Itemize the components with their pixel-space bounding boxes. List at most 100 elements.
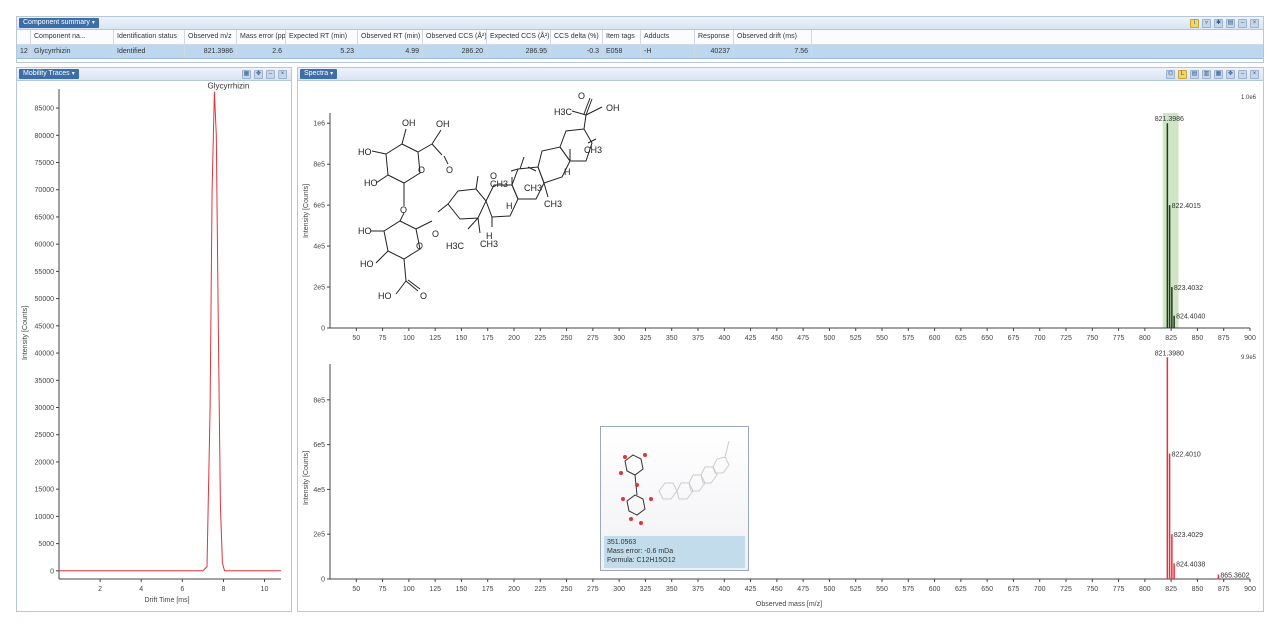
column-header[interactable]: Observed drift (ms): [734, 30, 812, 44]
upper-spectrum-y-tick-label: 1e6: [313, 121, 325, 128]
lower-spectrum-x-tick-label: 475: [797, 586, 809, 593]
mobility-x-tick-label: 2: [98, 586, 102, 593]
glycyrrhizin-structure: OH OH HO O HO O O HO O O HO HO O O CH3 C…: [358, 91, 620, 301]
column-header[interactable]: Observed RT (min): [358, 30, 423, 44]
upper-spectrum-x-tick-label: 375: [692, 335, 704, 342]
column-header[interactable]: Observed m/z: [185, 30, 237, 44]
upper-spectrum-x-tick-label: 525: [850, 335, 862, 342]
lower-spectrum-chart[interactable]: Intensity [Counts] Observed mass [m/z] 9…: [298, 348, 1263, 612]
filter-icon[interactable]: ▿: [1202, 18, 1211, 28]
lower-spectrum-x-tick-label: 200: [508, 586, 520, 593]
upper-spectrum-chart[interactable]: Intensity [Counts] 1.0e6 OH OH HO O HO O…: [298, 81, 1263, 347]
lower-spectrum-x-tick-label: 525: [850, 586, 862, 593]
upper-spectrum-x-tick-label: 450: [771, 335, 783, 342]
column-header[interactable]: Observed CCS (Å²): [423, 30, 487, 44]
expected-rt-cell[interactable]: 5.23: [286, 45, 358, 58]
component-summary-title[interactable]: Component summary ▾: [19, 18, 99, 28]
upper-spectrum-x-tick-label: 125: [429, 335, 441, 342]
atom-label: O: [432, 229, 439, 239]
observed-mz-cell[interactable]: 821.3986: [185, 45, 237, 58]
lower-spectrum-x-tick-label: 650: [981, 586, 993, 593]
upper-spectrum-x-tick-label: 800: [1139, 335, 1151, 342]
column-header[interactable]: Identification status: [114, 30, 185, 44]
atom-label: HO: [364, 178, 378, 188]
column-header[interactable]: Component na...: [31, 30, 114, 44]
spectra-panel: Spectra ▾ ⌬ L ▤ ▥ ▦ ✥ – × Intensity [Coun…: [297, 67, 1264, 612]
label-toggle-icon[interactable]: L: [1178, 69, 1187, 79]
summary-toolbar: i ▿ ✱ ▤ – ×: [1190, 18, 1259, 28]
observed-rt-cell[interactable]: 4.99: [358, 45, 423, 58]
glucuronic-acid-ring-upper: [371, 128, 449, 206]
column-header[interactable]: Expected RT (min): [286, 30, 358, 44]
column-header[interactable]: Adducts: [641, 30, 695, 44]
fragment-mz: 351.0563: [607, 539, 637, 546]
lower-spectrum-x-tick-label: 575: [902, 586, 914, 593]
mobility-title[interactable]: Mobility Traces ▾: [19, 69, 79, 79]
upper-spectrum-y-axis-label: Intensity [Counts]: [303, 184, 310, 238]
identification-status-cell[interactable]: Identified: [114, 45, 185, 58]
lower-spectrum-x-tick-label: 300: [613, 586, 625, 593]
mass-error-cell[interactable]: 2.6: [237, 45, 286, 58]
chart-options-icon[interactable]: ▦: [1214, 69, 1223, 79]
mobility-y-tick-label: 20000: [35, 459, 55, 466]
upper-spectrum-x-tick-label: 725: [1060, 335, 1072, 342]
ccs-delta-cell[interactable]: -0.3: [551, 45, 603, 58]
mobility-y-tick-label: 0: [50, 568, 54, 575]
expected-ccs-cell[interactable]: 286.95: [487, 45, 551, 58]
fragment-structure-thumbnail: [619, 440, 730, 525]
adducts-cell[interactable]: -H: [641, 45, 695, 58]
dropdown-caret-icon: ▾: [330, 71, 334, 77]
observed-ccs-cell[interactable]: 286.20: [423, 45, 487, 58]
lower-spectrum-x-tick-label: 50: [352, 586, 360, 593]
export-icon[interactable]: ▤: [1226, 18, 1235, 28]
minimize-icon[interactable]: –: [1238, 18, 1247, 28]
triterpene-core: [437, 97, 603, 234]
gear-icon[interactable]: ✱: [1214, 18, 1223, 28]
minimize-icon[interactable]: –: [266, 69, 275, 79]
close-icon[interactable]: ×: [278, 69, 287, 79]
item-tags-cell[interactable]: E058: [603, 45, 641, 58]
info-icon[interactable]: i: [1190, 18, 1199, 28]
mobility-trace-chart[interactable]: Intensity [Counts] Drift Time [ms] 0 5000…: [17, 81, 291, 611]
column-header[interactable]: CCS delta (%): [551, 30, 603, 44]
bar-chart-icon[interactable]: ▥: [1202, 69, 1211, 79]
lower-spectrum-x-tick-label: 125: [429, 586, 441, 593]
move-icon[interactable]: ✥: [254, 69, 263, 79]
mobility-y-tick-label: 10000: [35, 514, 55, 521]
atom-label: O: [446, 165, 453, 175]
component-summary-panel: Component summary ▾ i ▿ ✱ ▤ – × Component…: [16, 16, 1264, 63]
fragment-tooltip: 351.0563 Mass error: -0.6 mDa Formula: C…: [600, 426, 749, 571]
mobility-traces-panel: Mobility Traces ▾ ▦ ✥ – × Intensity [Coun…: [16, 67, 292, 612]
structure-view-icon[interactable]: ⌬: [1166, 69, 1175, 79]
close-icon[interactable]: ×: [1250, 18, 1259, 28]
column-header[interactable]: Response: [695, 30, 734, 44]
dropdown-caret-icon: ▾: [71, 71, 75, 77]
upper-spectrum-y-tick-label: 0: [321, 326, 325, 333]
upper-spectrum-x-tick-label: 750: [1086, 335, 1098, 342]
column-header[interactable]: Expected CCS (Å²): [487, 30, 551, 44]
component-name-cell[interactable]: Glycyrrhizin: [31, 45, 114, 58]
atom-label: HO: [358, 147, 372, 157]
mobility-y-tick-label: 35000: [35, 378, 55, 385]
minimize-icon[interactable]: –: [1238, 69, 1247, 79]
lower-spectrum-x-tick-label: 350: [666, 586, 678, 593]
observed-drift-cell[interactable]: 7.56: [734, 45, 812, 58]
column-header[interactable]: Mass error (ppm): [237, 30, 286, 44]
close-icon[interactable]: ×: [1250, 69, 1259, 79]
column-header[interactable]: Item tags: [603, 30, 641, 44]
table-icon[interactable]: ▤: [1190, 69, 1199, 79]
mobility-y-tick-label: 55000: [35, 269, 55, 276]
table-row[interactable]: 12 Glycyrrhizin Identified 821.3986 2.6 …: [17, 45, 1263, 59]
lower-spectrum-x-tick-label: 675: [1008, 586, 1020, 593]
spectra-title[interactable]: Spectra ▾: [300, 69, 338, 79]
mobility-y-tick-label: 65000: [35, 214, 55, 221]
upper-spectrum-x-tick-label: 650: [981, 335, 993, 342]
lower-spectrum-x-tick-label: 225: [534, 586, 546, 593]
move-icon[interactable]: ✥: [1226, 69, 1235, 79]
lower-spectrum-y-axis-label: Intensity [Counts]: [303, 451, 310, 505]
upper-spectrum-x-tick-label: 500: [824, 335, 836, 342]
upper-spectrum-x-tick-label: 225: [534, 335, 546, 342]
chart-options-icon[interactable]: ▦: [242, 69, 251, 79]
atom-label: H3C: [446, 241, 465, 251]
response-cell[interactable]: 40237: [695, 45, 734, 58]
